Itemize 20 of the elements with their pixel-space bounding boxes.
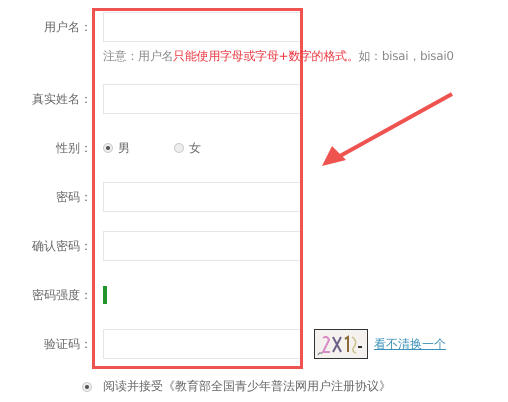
field-label: 性别： <box>54 140 92 156</box>
field-label: 确认密码： <box>31 238 92 254</box>
option-label: 女 <box>189 140 201 156</box>
field-label: 密码： <box>55 188 92 206</box>
radio-button[interactable] <box>174 143 184 153</box>
input-field[interactable] <box>103 12 303 42</box>
input-field[interactable] <box>103 329 303 359</box>
input-field[interactable] <box>103 182 303 212</box>
strength-bar <box>103 286 107 304</box>
agreement-text: 阅读并接受《教育部全国青少年普法网用户注册协议》 <box>103 378 392 395</box>
option-label: 男 <box>118 140 130 156</box>
field-label: 密码强度： <box>31 286 92 304</box>
radio-button[interactable] <box>103 143 113 153</box>
input-field[interactable] <box>103 84 303 114</box>
input-field[interactable] <box>103 231 303 261</box>
field-label: 用户名： <box>43 18 92 36</box>
field-label: 验证码： <box>43 336 92 352</box>
refresh-link[interactable]: 看不清换一个 <box>374 336 446 352</box>
field-label: 真实姓名： <box>31 90 92 108</box>
radio-button[interactable] <box>82 382 92 392</box>
